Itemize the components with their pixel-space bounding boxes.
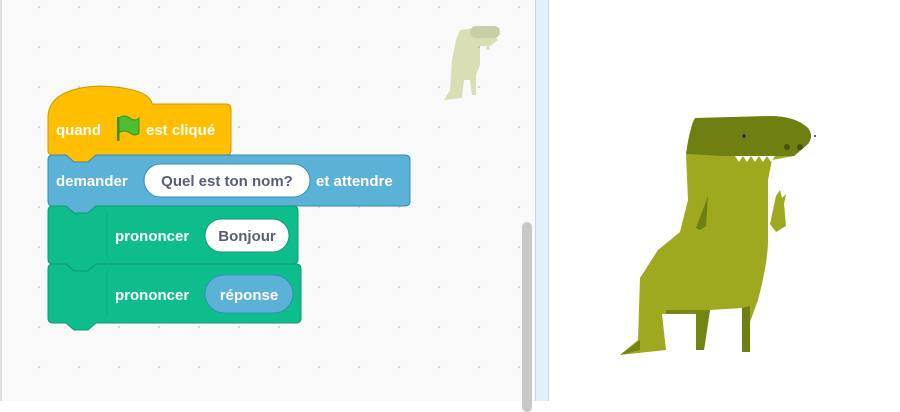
dinosaur-sprite[interactable] [600, 100, 840, 365]
ask-and-wait-block[interactable]: demander Quel est ton nom? et attendre [47, 154, 411, 214]
is-clicked-label: est cliqué [146, 122, 215, 139]
say-label-1: prononcer [115, 228, 189, 245]
script-blocks: quand est cliqué demander Quel est ton n… [47, 85, 411, 331]
scrollbar-thumb[interactable] [522, 222, 532, 412]
say-block-hello[interactable]: prononcer Bonjour [47, 205, 299, 272]
and-wait-label: et attendre [316, 173, 393, 190]
say-text-value: Bonjour [218, 228, 276, 245]
when-flag-clicked-block[interactable]: quand est cliqué [47, 85, 232, 163]
stage-divider [535, 0, 549, 401]
say-label-2: prononcer [115, 287, 189, 304]
code-workspace[interactable]: quand est cliqué demander Quel est ton n… [0, 0, 535, 401]
say-block-answer[interactable]: prononcer réponse [47, 263, 302, 331]
ask-question-value: Quel est ton nom? [161, 173, 293, 190]
ask-label: demander [56, 173, 128, 190]
answer-reporter-label: réponse [220, 287, 278, 304]
when-label: quand [56, 122, 101, 139]
